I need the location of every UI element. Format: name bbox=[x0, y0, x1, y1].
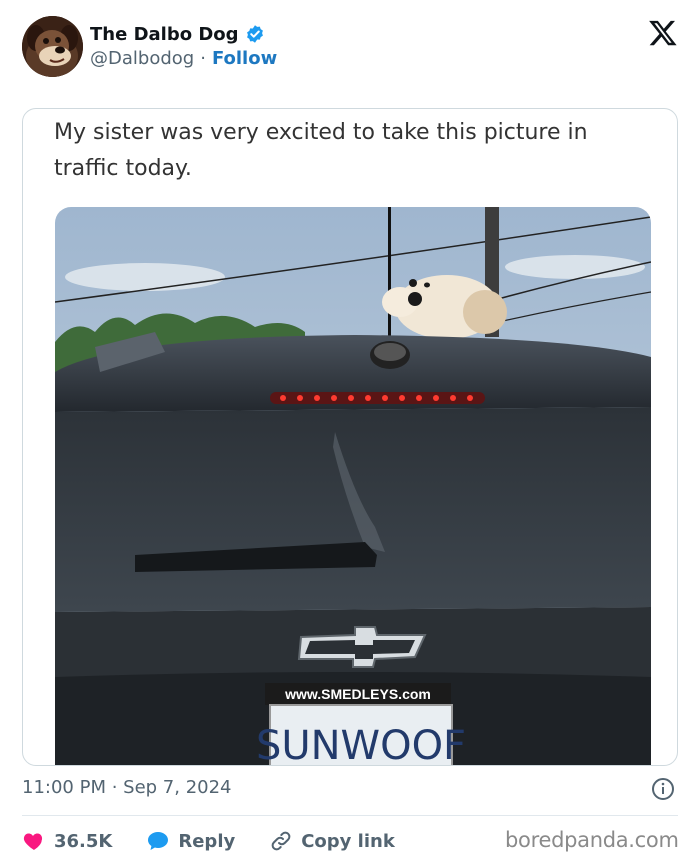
x-logo-icon[interactable] bbox=[648, 18, 678, 48]
like-count: 36.5K bbox=[54, 830, 113, 852]
reply-bubble-icon bbox=[146, 829, 170, 853]
quoted-post-text: My sister was very excited to take this … bbox=[54, 120, 588, 181]
like-button[interactable]: 36.5K bbox=[22, 829, 112, 853]
reply-button[interactable]: Reply bbox=[146, 829, 235, 853]
author-handle[interactable]: @Dalbodog bbox=[90, 48, 194, 69]
tweet-card: The Dalbo Dog @Dalbodog · Follow My sist… bbox=[0, 0, 700, 867]
verified-badge-icon bbox=[245, 24, 265, 44]
post-timestamp[interactable]: 11:00 PM · Sep 7, 2024 bbox=[22, 777, 232, 798]
avatar[interactable] bbox=[22, 16, 83, 77]
copy-link-label: Copy link bbox=[301, 830, 395, 852]
reply-label: Reply bbox=[178, 830, 236, 852]
info-icon[interactable] bbox=[651, 777, 675, 801]
action-bar: 36.5K Reply Copy link bbox=[22, 826, 429, 856]
source-watermark: boredpanda.com bbox=[505, 828, 679, 852]
heart-icon bbox=[22, 829, 46, 853]
divider bbox=[22, 815, 678, 816]
follow-button[interactable]: Follow bbox=[212, 48, 277, 69]
license-plate-text: SUNWOOF bbox=[256, 723, 466, 766]
post-photo[interactable]: www.SMEDLEYS.com SUNWOOF bbox=[55, 207, 651, 766]
author-name[interactable]: The Dalbo Dog bbox=[90, 24, 239, 45]
quoted-post[interactable]: My sister was very excited to take this … bbox=[22, 108, 678, 766]
link-icon bbox=[269, 829, 293, 853]
copy-link-button[interactable]: Copy link bbox=[269, 829, 395, 853]
plate-frame-text: www.SMEDLEYS.com bbox=[284, 686, 431, 702]
author-block: The Dalbo Dog @Dalbodog · Follow bbox=[90, 22, 277, 70]
separator-dot: · bbox=[200, 48, 206, 69]
